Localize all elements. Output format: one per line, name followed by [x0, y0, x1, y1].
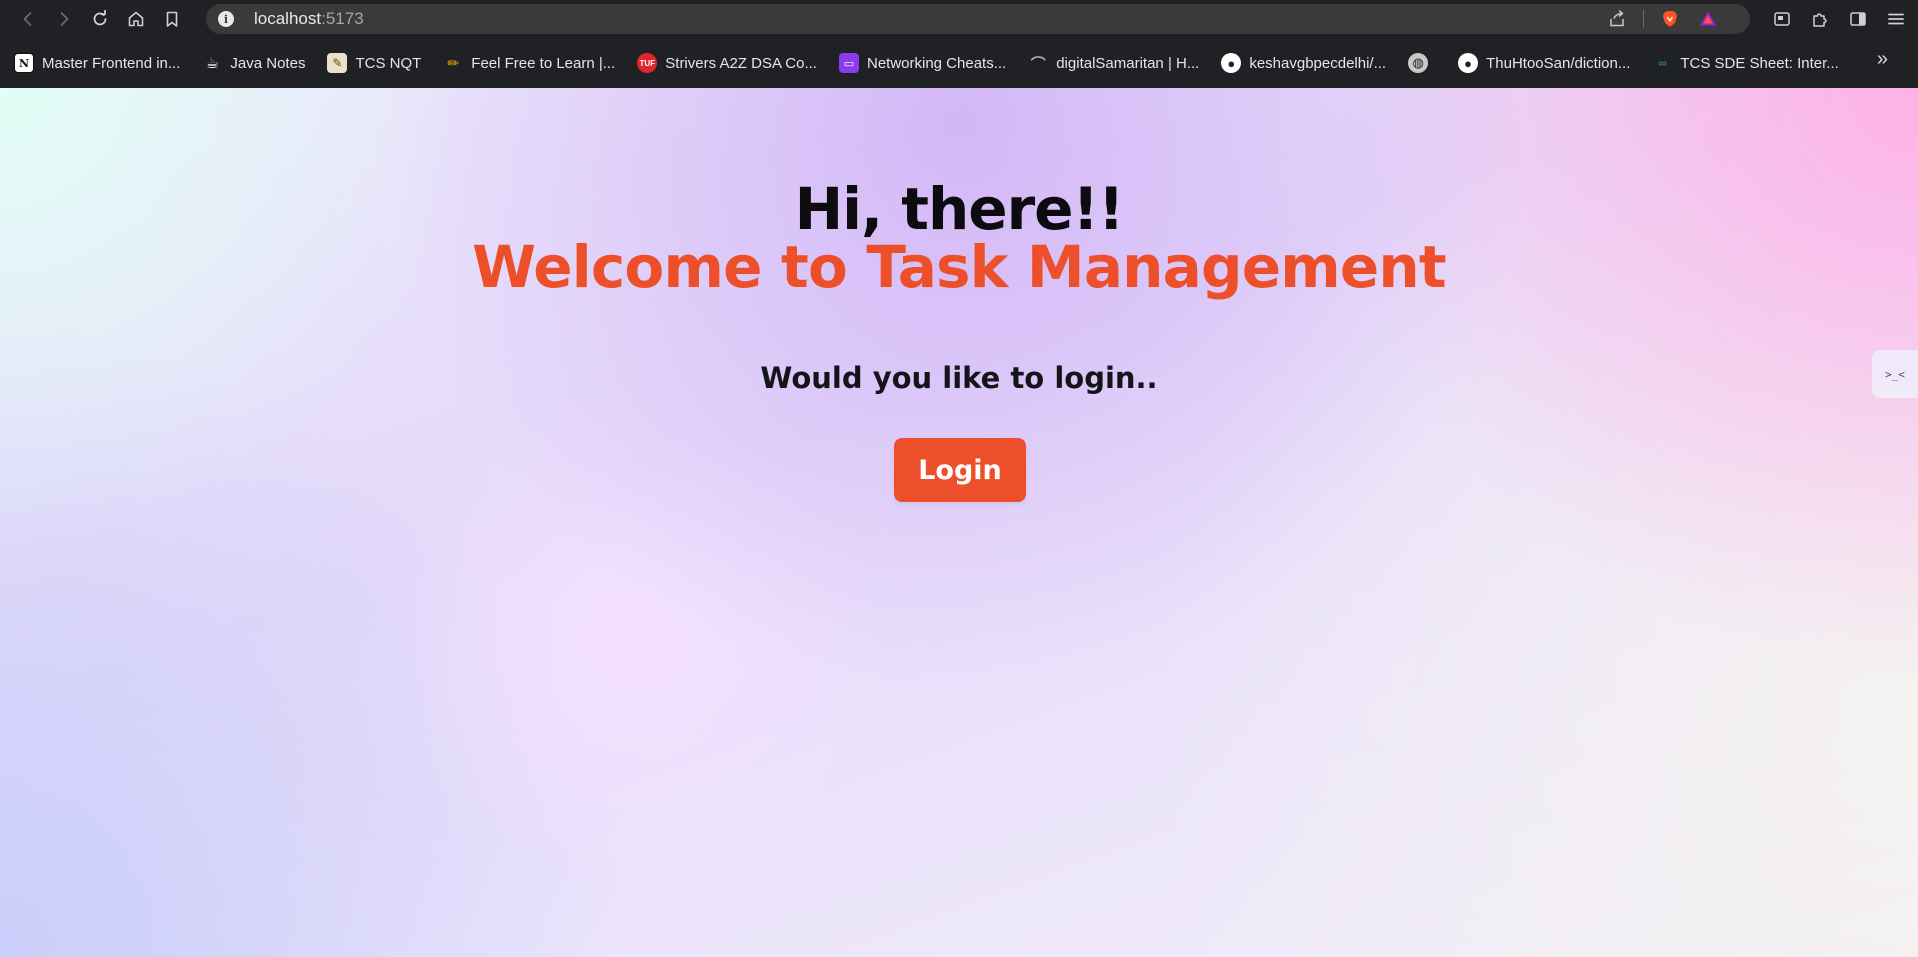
bookmark-label: digitalSamaritan | H... — [1056, 54, 1200, 72]
home-icon — [128, 11, 144, 27]
bookmark-item[interactable]: ● keshavgbpecdelhi/... — [1221, 48, 1386, 78]
bookmark-item[interactable]: N Master Frontend in... — [14, 48, 180, 78]
globe-icon: ◍ — [1408, 53, 1429, 73]
brave-rewards-button[interactable] — [1696, 7, 1720, 31]
notion-icon: N — [14, 53, 34, 73]
brave-lion-icon — [1663, 11, 1677, 27]
more-bookmarks-button[interactable]: » — [1877, 48, 1888, 71]
github-icon: ● — [1458, 53, 1479, 73]
wallet-icon — [1774, 12, 1790, 26]
bookmarks-bar: N Master Frontend in... ☕ Java Notes ✎ T… — [0, 38, 1918, 88]
reload-icon — [93, 9, 107, 26]
chevron-right-icon — [60, 12, 69, 26]
wallet-button[interactable] — [1770, 7, 1794, 31]
bookmark-button[interactable] — [154, 0, 190, 38]
bookmark-item[interactable]: ✏ Feel Free to Learn |... — [443, 48, 615, 78]
bookmark-label: TCS NQT — [355, 54, 422, 72]
url-host: localhost — [254, 9, 322, 28]
forward-button[interactable] — [46, 0, 82, 38]
bookmark-label: keshavgbpecdelhi/... — [1249, 54, 1387, 72]
url-text[interactable]: localhost:5173 — [254, 9, 364, 29]
memo-icon: ✎ — [327, 53, 348, 73]
site-info-icon[interactable]: i — [218, 11, 234, 27]
bookmark-item[interactable]: ✎ TCS NQT — [327, 48, 421, 78]
bookmark-label: Feel Free to Learn |... — [471, 54, 616, 72]
bookmark-item[interactable]: ∞ TCS SDE Sheet: Inter... — [1652, 48, 1839, 78]
chevron-left-icon — [23, 12, 32, 26]
brave-shields-button[interactable] — [1658, 7, 1682, 31]
bookmark-item[interactable]: ◍ — [1408, 48, 1436, 78]
puzzle-icon — [1813, 13, 1827, 27]
bookmark-icon — [166, 11, 178, 27]
home-button[interactable] — [118, 0, 154, 38]
bookmark-label: Master Frontend in... — [42, 54, 181, 72]
reload-button[interactable] — [82, 0, 118, 38]
pencil-icon: ✏ — [447, 54, 460, 71]
toolbar-actions — [1770, 0, 1908, 38]
script-icon: ⌒ — [1030, 55, 1046, 73]
bookmark-label: Strivers A2Z DSA Co... — [665, 54, 817, 72]
bookmark-item[interactable]: ▭ Networking Cheats... — [838, 48, 1007, 78]
sidebar-toggle-button[interactable] — [1846, 7, 1870, 31]
omnibox-actions — [1605, 4, 1720, 34]
bookmark-item[interactable]: ⌒ digitalSamaritan | H... — [1028, 48, 1200, 78]
bookmark-label: TCS SDE Sheet: Inter... — [1680, 54, 1839, 72]
welcome-heading: Welcome to Task Management — [472, 233, 1447, 301]
bookmark-item[interactable]: TUF Strivers A2Z DSA Co... — [637, 48, 817, 78]
sidebar-icon — [1850, 12, 1866, 26]
hamburger-icon — [1888, 13, 1904, 25]
extensions-button[interactable] — [1808, 7, 1832, 31]
address-bar[interactable]: i localhost:5173 — [206, 4, 1750, 34]
bookmark-item[interactable]: ☕ Java Notes — [202, 48, 306, 78]
bookmark-label: ThuHtooSan/diction... — [1486, 54, 1631, 72]
back-button[interactable] — [10, 0, 46, 38]
browser-toolbar: i localhost:5173 — [0, 0, 1918, 38]
tuf-icon: TUF — [637, 53, 658, 73]
share-button[interactable] — [1605, 7, 1629, 31]
url-port: :5173 — [321, 9, 364, 28]
menu-button[interactable] — [1884, 7, 1908, 31]
github-icon: ● — [1221, 53, 1242, 73]
omnibox-divider — [1643, 10, 1644, 28]
rewards-triangle-icon — [1700, 11, 1716, 26]
login-button[interactable]: Login — [894, 438, 1026, 502]
share-icon — [1610, 10, 1624, 27]
bookmark-label: Java Notes — [230, 54, 306, 72]
page-viewport: Hi, there!! Welcome to Task Management W… — [0, 88, 1918, 957]
monitor-icon: ▭ — [838, 53, 859, 73]
coffee-icon: ☕ — [205, 55, 220, 72]
bookmark-item[interactable]: ● ThuHtooSan/diction... — [1458, 48, 1630, 78]
greeting-heading: Hi, there!! — [794, 175, 1125, 243]
gfg-icon: ∞ — [1658, 56, 1667, 70]
side-widget-button[interactable]: >_< — [1872, 350, 1918, 398]
bookmark-label: Networking Cheats... — [866, 54, 1007, 72]
login-prompt: Would you like to login.. — [760, 361, 1158, 395]
